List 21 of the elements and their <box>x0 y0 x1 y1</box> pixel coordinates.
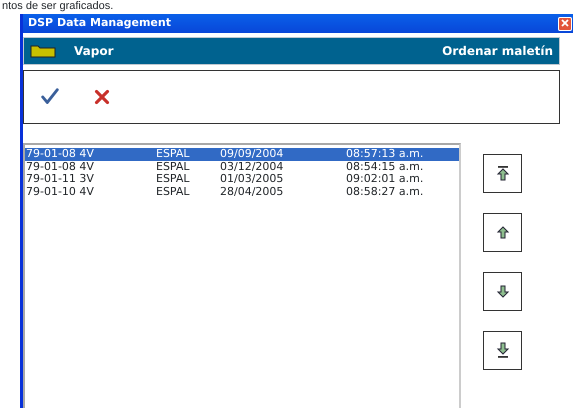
folder-name: Vapor <box>74 43 114 60</box>
close-icon <box>561 19 569 28</box>
arrow-down-icon <box>496 283 510 300</box>
list-row[interactable]: 79-01-08 4V ESPAL 03/12/2004 08:54:15 a.m. <box>25 160 459 173</box>
move-bottom-button[interactable] <box>483 331 522 370</box>
caption-text: ntos de ser graficados. <box>1 0 114 14</box>
arrow-to-top-icon <box>496 165 510 182</box>
move-up-button[interactable] <box>483 213 522 252</box>
folder-icon <box>30 44 56 58</box>
cross-icon <box>92 87 112 107</box>
list-row[interactable]: 79-01-11 3V ESPAL 01/03/2005 09:02:01 a.m. <box>25 173 459 186</box>
move-down-button[interactable] <box>483 272 522 311</box>
checkmark-icon <box>40 87 60 107</box>
sort-case-link[interactable]: Ordenar maletín <box>442 42 553 60</box>
window-title: DSP Data Management <box>28 15 171 32</box>
close-button[interactable] <box>558 16 572 30</box>
arrow-up-icon <box>496 224 510 241</box>
move-top-button[interactable] <box>483 154 522 193</box>
arrow-to-bottom-icon <box>496 342 510 359</box>
list-row[interactable]: 79-01-10 4V ESPAL 28/04/2005 08:58:27 a.m. <box>25 186 459 198</box>
list-row[interactable]: 79-01-08 4V ESPAL 09/09/2004 08:57:13 a.m. <box>25 148 459 160</box>
